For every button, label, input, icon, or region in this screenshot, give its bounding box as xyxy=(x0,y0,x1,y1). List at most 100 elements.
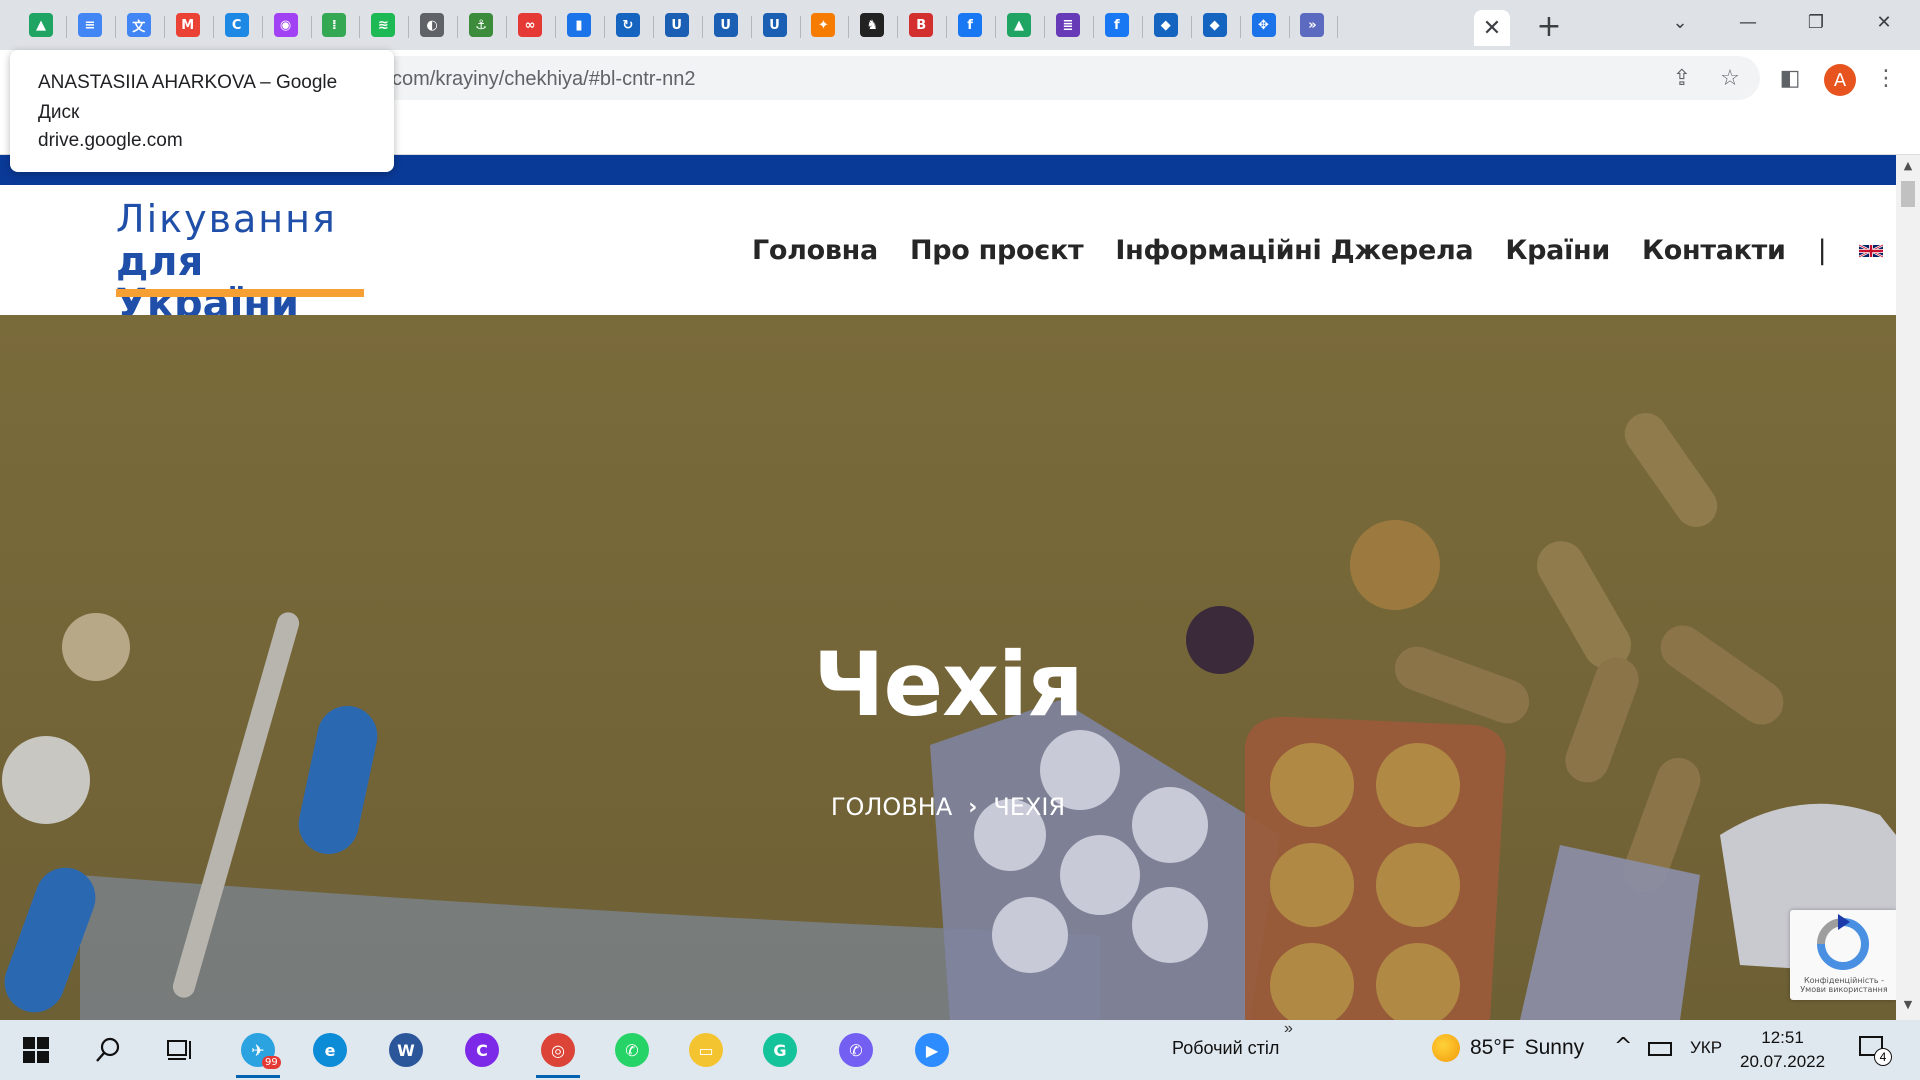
nav-sources[interactable]: Інформаційні Джерела xyxy=(1115,235,1473,266)
nav-countries[interactable]: Країни xyxy=(1505,235,1610,266)
whatsapp-taskbar-button[interactable]: ✆ xyxy=(596,1020,668,1080)
recaptcha-links[interactable]: Конфіденційність - Умови використання xyxy=(1794,976,1894,994)
browser-tab[interactable]: U xyxy=(703,6,749,44)
browser-tab[interactable]: ▲ xyxy=(996,6,1042,44)
browser-tab[interactable]: ⚓ xyxy=(458,6,504,44)
browser-tab[interactable]: ✦ xyxy=(800,6,846,44)
browser-tab[interactable]: ↻ xyxy=(605,6,651,44)
word-icon: W xyxy=(389,1033,423,1067)
start-button[interactable] xyxy=(0,1020,72,1080)
scroll-up-icon[interactable]: ▲ xyxy=(1900,159,1916,175)
canva-icon: C xyxy=(465,1033,499,1067)
zoom-taskbar-button[interactable]: ▶ xyxy=(896,1020,968,1080)
browser-tab[interactable]: U xyxy=(752,6,798,44)
browser-tab[interactable]: ✥ xyxy=(1241,6,1287,44)
google-drive-icon-2: ▲ xyxy=(1007,13,1031,37)
weather-temp: 85°F xyxy=(1470,1036,1515,1059)
close-window-button[interactable]: ✕ xyxy=(1852,0,1916,44)
figure-icon: ✦ xyxy=(811,13,836,37)
minimize-button[interactable]: — xyxy=(1716,0,1780,44)
browser-tab[interactable]: ♞ xyxy=(849,6,895,44)
browser-tab[interactable]: ◉ xyxy=(263,6,309,44)
breadcrumb-home[interactable]: ГОЛОВНА xyxy=(831,793,952,821)
tooltip-domain: drive.google.com xyxy=(38,130,183,151)
site-logo[interactable]: Лікування для України xyxy=(116,197,366,325)
battery-icon[interactable] xyxy=(1648,1042,1672,1056)
uk-flag-icon[interactable] xyxy=(1858,242,1883,260)
browser-tab[interactable]: f xyxy=(1094,6,1140,44)
browser-tab[interactable]: ◆ xyxy=(1192,6,1238,44)
browser-tab[interactable]: ◐ xyxy=(409,6,455,44)
restore-button[interactable]: ❐ xyxy=(1784,0,1848,44)
chevron-right-icon: › xyxy=(968,794,978,820)
edge-taskbar-button[interactable]: e xyxy=(294,1020,366,1080)
url-text[interactable]: com/krayiny/chekhiya/#bl-cntr-nn2 xyxy=(392,68,695,91)
facebook-icon-2: f xyxy=(1104,13,1129,37)
windows-logo-icon xyxy=(23,1037,49,1063)
address-bar[interactable]: com/krayiny/chekhiya/#bl-cntr-nn2 xyxy=(300,56,1760,100)
edge-refresh-icon: C xyxy=(224,13,249,37)
toolbar-overflow-icon[interactable]: » xyxy=(1284,1020,1293,1038)
viber-taskbar-button[interactable]: ✆ xyxy=(820,1020,892,1080)
browser-tab[interactable]: ∞ xyxy=(507,6,553,44)
google-drive-icon: ▲ xyxy=(29,13,53,37)
desktop-toolbar-label[interactable]: Робочий стіл xyxy=(1172,1038,1279,1059)
weather-condition: Sunny xyxy=(1524,1036,1585,1059)
browser-tab[interactable]: ▲ xyxy=(18,6,64,44)
share-icon[interactable]: ⇪ xyxy=(1662,58,1702,98)
browser-tab[interactable]: U xyxy=(654,6,700,44)
close-tab-icon[interactable]: ✕ xyxy=(1474,10,1510,46)
browser-tab[interactable]: f xyxy=(947,6,993,44)
browser-tab[interactable]: ≋ xyxy=(360,6,406,44)
browser-tab[interactable]: » xyxy=(1289,6,1335,44)
language-indicator[interactable]: УКР xyxy=(1690,1038,1722,1058)
file-explorer-taskbar-button[interactable]: ▭ xyxy=(670,1020,742,1080)
canva-taskbar-button[interactable]: C xyxy=(446,1020,518,1080)
side-panel-icon[interactable]: ◧ xyxy=(1770,58,1810,98)
nav-contacts[interactable]: Контакти xyxy=(1642,235,1786,266)
browser-tab[interactable]: C xyxy=(214,6,260,44)
tab-tooltip: ANASTASIIA AHARKOVA – Google Диск drive.… xyxy=(10,50,394,172)
scroll-thumb[interactable] xyxy=(1901,181,1915,207)
browser-tab[interactable]: 文 xyxy=(116,6,162,44)
menu-kebab-icon[interactable]: ⋮ xyxy=(1866,58,1906,98)
chrome-taskbar-button[interactable]: ◎ xyxy=(522,1020,594,1080)
clock[interactable]: 12:51 20.07.2022 xyxy=(1740,1026,1825,1074)
browser-tab[interactable]: ◆ xyxy=(1143,6,1189,44)
browser-tab[interactable]: ≡ xyxy=(67,6,113,44)
page-scrollbar[interactable]: ▲ ▼ xyxy=(1896,155,1920,1020)
nav-home[interactable]: Головна xyxy=(752,235,878,266)
u-icon-1: U xyxy=(664,13,689,37)
notification-center-icon[interactable]: 4 xyxy=(1858,1034,1892,1066)
spotify-icon: ≋ xyxy=(371,13,396,37)
zoom-icon: ▶ xyxy=(915,1033,949,1067)
gmail-icon: M xyxy=(175,13,200,37)
tray-chevron-up-icon[interactable]: ^ xyxy=(1614,1034,1632,1059)
sun-icon xyxy=(1432,1034,1460,1062)
nav-about[interactable]: Про проєкт xyxy=(910,235,1084,266)
browser-tab[interactable]: M xyxy=(165,6,211,44)
search-icon[interactable] xyxy=(72,1020,144,1080)
clock-time: 12:51 xyxy=(1761,1028,1804,1047)
new-tab-button[interactable]: + xyxy=(1530,8,1568,44)
browser-tab[interactable]: ≣ xyxy=(1045,6,1091,44)
recaptcha-badge[interactable]: Конфіденційність - Умови використання xyxy=(1790,910,1896,1000)
profile-avatar[interactable]: A xyxy=(1824,64,1856,96)
tab-search-icon[interactable]: ⌄ xyxy=(1648,0,1712,44)
unread-badge: 99 xyxy=(262,1056,281,1069)
viber-icon: ✆ xyxy=(839,1033,873,1067)
whatsapp-icon: ✆ xyxy=(615,1033,649,1067)
task-view-icon[interactable] xyxy=(144,1020,216,1080)
browser-tab[interactable]: ▮ xyxy=(556,6,602,44)
telegram-taskbar-button[interactable]: ✈ 99 xyxy=(222,1020,294,1080)
weather-widget[interactable]: 85°F Sunny xyxy=(1432,1034,1584,1062)
browser-tab[interactable]: ⁞ xyxy=(311,6,357,44)
browser-tab[interactable]: B xyxy=(898,6,944,44)
scroll-down-icon[interactable]: ▼ xyxy=(1900,998,1916,1014)
notebook-icon: ▮ xyxy=(566,13,591,37)
word-taskbar-button[interactable]: W xyxy=(370,1020,442,1080)
grammarly-taskbar-button[interactable]: G xyxy=(744,1020,816,1080)
bookmark-star-icon[interactable]: ☆ xyxy=(1710,58,1750,98)
site-header: Лікування для України Головна Про проєкт… xyxy=(0,185,1896,325)
breadcrumb-current: ЧЕХІЯ xyxy=(993,793,1066,821)
